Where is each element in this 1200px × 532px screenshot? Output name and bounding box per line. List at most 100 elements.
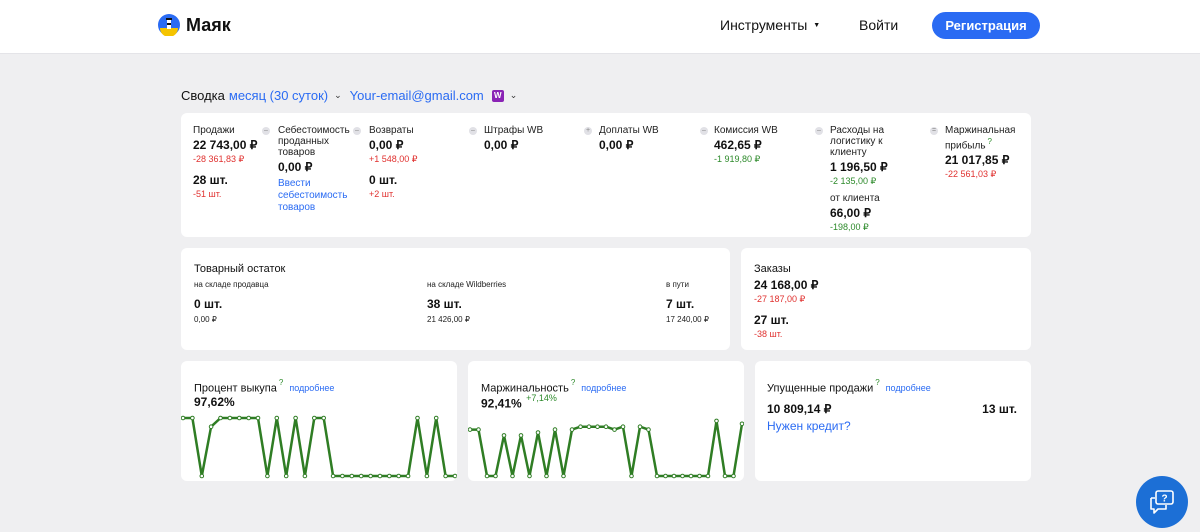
data-point[interactable] bbox=[493, 473, 498, 479]
plus-icon: + bbox=[584, 127, 592, 135]
data-point[interactable] bbox=[654, 473, 660, 479]
data-point[interactable] bbox=[218, 415, 223, 421]
data-point[interactable] bbox=[312, 415, 317, 421]
data-point[interactable] bbox=[603, 424, 609, 429]
minus-icon: – bbox=[469, 127, 477, 135]
data-point[interactable] bbox=[255, 415, 261, 421]
metric-delta: -2 135,00 ₽ bbox=[830, 176, 877, 186]
help-icon[interactable]: ? bbox=[875, 378, 879, 387]
data-point[interactable] bbox=[424, 473, 430, 479]
chevron-down-icon[interactable]: ⌄ bbox=[510, 90, 518, 101]
data-point[interactable] bbox=[321, 415, 326, 421]
chevron-down-icon[interactable]: ⌄ bbox=[334, 90, 342, 101]
data-point[interactable] bbox=[518, 433, 524, 438]
data-point[interactable] bbox=[293, 415, 298, 421]
data-point[interactable] bbox=[443, 473, 448, 479]
nav-tools-menu[interactable]: Инструменты ▼ bbox=[720, 17, 820, 33]
data-point[interactable] bbox=[595, 424, 600, 429]
data-point[interactable] bbox=[620, 424, 626, 429]
data-point[interactable] bbox=[358, 473, 364, 479]
period-select[interactable]: месяц (30 суток) bbox=[229, 88, 328, 103]
data-point[interactable] bbox=[510, 473, 515, 479]
lost-sales-more-link[interactable]: подробнее bbox=[886, 383, 931, 393]
data-point[interactable] bbox=[484, 473, 490, 479]
data-point[interactable] bbox=[705, 473, 711, 479]
metric-delta: +1 548,00 ₽ bbox=[369, 154, 418, 164]
series-line bbox=[183, 416, 455, 478]
data-point[interactable] bbox=[283, 473, 289, 479]
data-point[interactable] bbox=[671, 473, 677, 479]
data-point[interactable] bbox=[688, 473, 694, 479]
metric-label: Себестоимость проданных товаров bbox=[278, 125, 350, 158]
data-point[interactable] bbox=[433, 415, 439, 421]
data-point[interactable] bbox=[368, 473, 373, 479]
minus-icon: – bbox=[700, 127, 708, 135]
data-point[interactable] bbox=[274, 415, 280, 421]
data-point[interactable] bbox=[265, 473, 270, 479]
data-point[interactable] bbox=[199, 473, 205, 479]
data-point[interactable] bbox=[544, 473, 549, 479]
enter-cost-link[interactable]: Ввести себестоимость товаров bbox=[278, 178, 360, 214]
data-point[interactable] bbox=[246, 415, 251, 421]
series-line bbox=[470, 419, 744, 478]
support-chat-button[interactable]: ? bbox=[1136, 476, 1188, 528]
data-point[interactable] bbox=[637, 424, 643, 429]
data-point[interactable] bbox=[396, 473, 401, 479]
help-icon[interactable]: ? bbox=[988, 137, 992, 146]
data-point[interactable] bbox=[714, 418, 719, 424]
data-point[interactable] bbox=[405, 473, 411, 479]
metric-value: 0,00 ₽ bbox=[599, 138, 634, 152]
login-link[interactable]: Войти bbox=[859, 17, 898, 33]
stock-seller-count: 0 шт. bbox=[194, 297, 223, 311]
data-point[interactable] bbox=[731, 473, 736, 479]
account-select[interactable]: Your-email@gmail.com bbox=[350, 88, 484, 103]
stock-transit-count: 7 шт. bbox=[666, 297, 695, 311]
metric-sales: Продажи 22 743,00 ₽ -28 361,83 ₽ 28 шт. … bbox=[193, 125, 257, 199]
data-point[interactable] bbox=[302, 473, 308, 479]
need-credit-link[interactable]: Нужен кредит? bbox=[767, 419, 851, 433]
data-point[interactable] bbox=[722, 473, 728, 479]
data-point[interactable] bbox=[535, 430, 541, 435]
metric-count-delta: -51 шт. bbox=[193, 189, 222, 199]
data-point[interactable] bbox=[629, 473, 634, 479]
data-point[interactable] bbox=[739, 421, 744, 427]
data-point[interactable] bbox=[377, 473, 383, 479]
register-button[interactable]: Регистрация bbox=[932, 12, 1040, 39]
data-point[interactable] bbox=[468, 427, 473, 432]
data-point[interactable] bbox=[663, 473, 668, 479]
stock-wb: на складе Wildberries 38 шт. 21 426,00 ₽ bbox=[427, 280, 506, 324]
metric-surcharges: Доплаты WB 0,00 ₽ bbox=[599, 125, 659, 152]
data-point[interactable] bbox=[237, 415, 242, 421]
metric-cost: Себестоимость проданных товаров 0,00 ₽ В… bbox=[278, 125, 360, 214]
data-point[interactable] bbox=[586, 424, 592, 429]
data-point[interactable] bbox=[697, 473, 702, 479]
data-point[interactable] bbox=[612, 427, 617, 432]
data-point[interactable] bbox=[501, 433, 507, 438]
data-point[interactable] bbox=[646, 427, 651, 432]
data-point[interactable] bbox=[578, 424, 583, 429]
metric-value: 1 196,50 ₽ bbox=[830, 160, 888, 174]
data-point[interactable] bbox=[569, 427, 575, 432]
metric-value: 0,00 ₽ bbox=[278, 160, 313, 174]
data-point[interactable] bbox=[208, 424, 214, 429]
orders-card: Заказы 24 168,00 ₽ -27 187,00 ₽ 27 шт. -… bbox=[741, 248, 1031, 350]
data-point[interactable] bbox=[340, 473, 345, 479]
logo[interactable]: Маяк bbox=[158, 14, 231, 36]
marginality-chart bbox=[468, 418, 744, 479]
data-point[interactable] bbox=[415, 415, 420, 421]
data-point[interactable] bbox=[561, 473, 566, 479]
data-point[interactable] bbox=[190, 415, 195, 421]
data-point[interactable] bbox=[527, 473, 532, 479]
data-point[interactable] bbox=[227, 415, 233, 421]
data-point[interactable] bbox=[387, 473, 392, 479]
data-point[interactable] bbox=[452, 473, 457, 479]
data-point[interactable] bbox=[181, 415, 186, 421]
data-point[interactable] bbox=[330, 473, 336, 479]
metric-value: 0,00 ₽ bbox=[484, 138, 519, 152]
data-point[interactable] bbox=[349, 473, 355, 479]
data-point[interactable] bbox=[552, 427, 558, 432]
data-point[interactable] bbox=[476, 427, 481, 432]
chat-question-icon: ? bbox=[1150, 490, 1174, 514]
data-point[interactable] bbox=[680, 473, 685, 479]
metric-label: Расходы на логистику к клиенту bbox=[830, 125, 885, 158]
